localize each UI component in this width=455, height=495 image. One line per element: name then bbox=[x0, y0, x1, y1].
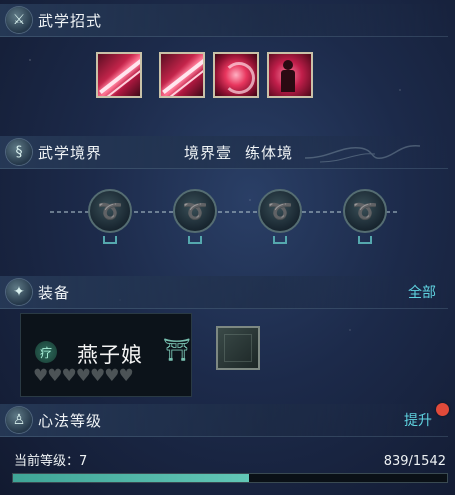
realm-node-base bbox=[188, 236, 202, 244]
equipped-item-card[interactable]: 疗 燕子娘 ⛩ ♥♥♥♥♥♥♥ bbox=[20, 313, 192, 397]
locked-swirl-icon: ➰ bbox=[352, 199, 378, 223]
locked-swirl-icon: ➰ bbox=[182, 199, 208, 223]
heart-icon: ♥ bbox=[47, 366, 62, 386]
meditation-figure-icon: ♙ bbox=[6, 407, 32, 433]
locked-swirl-icon: ➰ bbox=[267, 199, 293, 223]
skill-slot-1[interactable] bbox=[96, 52, 142, 98]
realm-node-base bbox=[358, 236, 372, 244]
sword-icon: ⚔ bbox=[6, 7, 32, 33]
realm-node-1[interactable]: ➰ bbox=[88, 189, 132, 233]
notification-dot bbox=[436, 403, 449, 416]
upgrade-button[interactable]: 提升 bbox=[404, 410, 432, 430]
swirl-icon: § bbox=[6, 139, 32, 165]
heal-badge-icon: 疗 bbox=[35, 341, 57, 363]
realm-stage: 境界壹 bbox=[184, 144, 233, 162]
martial-moves-title: 武学招式 bbox=[38, 12, 103, 30]
equipment-header: ✦ 装备 全部 bbox=[0, 276, 448, 309]
heal-badge-label: 疗 bbox=[39, 345, 52, 360]
heart-icon: ♥ bbox=[90, 366, 105, 386]
realm-node-3[interactable]: ➰ bbox=[258, 189, 302, 233]
heart-icon: ♥ bbox=[61, 366, 77, 386]
realm-node-4[interactable]: ➰ bbox=[343, 189, 387, 233]
current-level-label: 当前等级：7 bbox=[14, 454, 88, 469]
skill-slot-3[interactable] bbox=[213, 52, 259, 98]
heart-method-title: 心法等级 bbox=[38, 412, 103, 430]
heart-rating: ♥♥♥♥♥♥♥ bbox=[33, 366, 134, 386]
heart-method-header: ♙ 心法等级 提升 bbox=[0, 404, 448, 437]
cloud-ornament-icon bbox=[304, 145, 421, 163]
level-progress-bar bbox=[12, 473, 448, 483]
realm-node-2[interactable]: ➰ bbox=[173, 189, 217, 233]
level-progress-text: 839/1542 bbox=[383, 454, 446, 469]
heart-icon: ♥ bbox=[75, 366, 91, 386]
empty-equipment-slot[interactable] bbox=[216, 326, 260, 370]
heart-icon: ♥ bbox=[33, 366, 48, 386]
martial-realm-header: § 武学境界 境界壹 练体境 bbox=[0, 136, 448, 169]
armor-icon: ✦ bbox=[6, 279, 32, 305]
martial-realm-title: 武学境界 bbox=[38, 144, 103, 162]
realm-node-base bbox=[103, 236, 117, 244]
locked-swirl-icon: ➰ bbox=[97, 199, 123, 223]
realm-name: 练体境 bbox=[245, 144, 294, 162]
all-equipment-button[interactable]: 全部 bbox=[408, 282, 436, 302]
equipped-item-name: 燕子娘 bbox=[77, 343, 143, 367]
hat-figure-icon: ⛩ bbox=[163, 338, 191, 363]
equipment-title: 装备 bbox=[38, 284, 71, 302]
heart-icon: ♥ bbox=[118, 366, 134, 386]
skill-slot-4[interactable] bbox=[267, 52, 313, 98]
martial-moves-header: ⚔ 武学招式 bbox=[0, 4, 448, 37]
skill-slot-2[interactable] bbox=[159, 52, 205, 98]
level-progress-fill bbox=[13, 474, 250, 482]
realm-node-base bbox=[273, 236, 287, 244]
slot-frame bbox=[224, 334, 252, 362]
heart-icon: ♥ bbox=[104, 366, 119, 386]
